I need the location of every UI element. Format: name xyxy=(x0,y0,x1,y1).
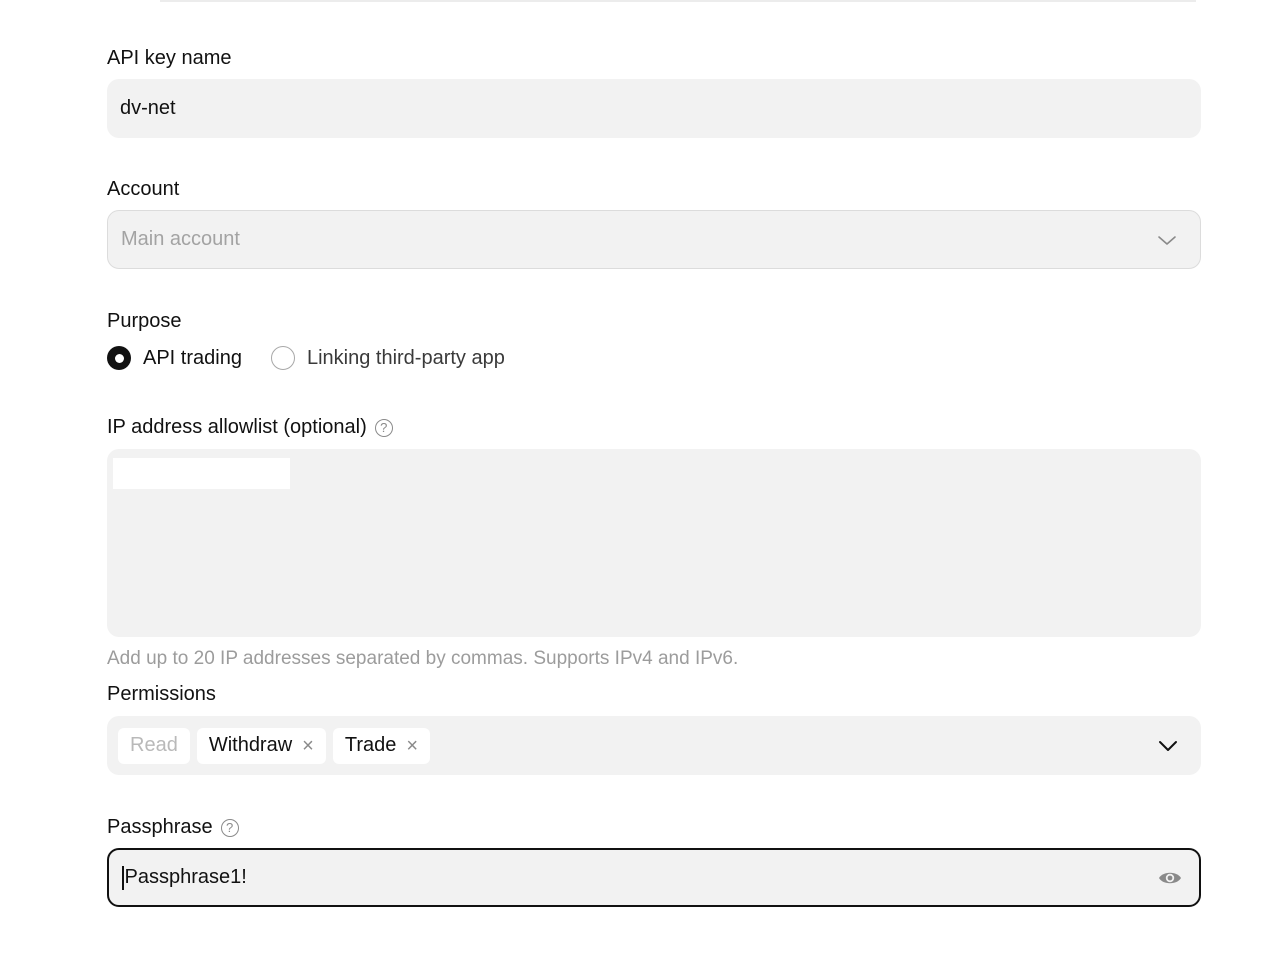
help-icon[interactable]: ? xyxy=(220,818,239,837)
radio-unchecked-icon[interactable] xyxy=(270,346,295,370)
close-icon[interactable]: × xyxy=(406,736,418,756)
api-key-name-input[interactable]: dv-net xyxy=(107,79,1201,138)
purpose-option-api-trading[interactable]: API trading xyxy=(107,346,242,370)
permissions-label: Permissions xyxy=(107,683,216,705)
permissions-select[interactable]: Read Withdraw × Trade × xyxy=(107,716,1201,775)
purpose-radio-group: API trading Linking third-party app xyxy=(107,346,534,370)
ip-allowlist-label: IP address allowlist (optional) ? xyxy=(107,416,393,439)
api-key-name-label: API key name xyxy=(107,47,232,69)
passphrase-input[interactable]: Passphrase1! xyxy=(107,848,1201,907)
chevron-down-icon xyxy=(1158,235,1176,245)
help-icon[interactable]: ? xyxy=(374,418,393,437)
ip-allowlist-hint: Add up to 20 IP addresses separated by c… xyxy=(107,648,739,669)
purpose-option-label: Linking third-party app xyxy=(306,346,505,369)
passphrase-label: Passphrase ? xyxy=(107,816,239,839)
top-divider xyxy=(160,0,1196,2)
purpose-option-linking-third-party-app[interactable]: Linking third-party app xyxy=(270,346,505,370)
permission-tag-withdraw: Withdraw × xyxy=(196,727,326,764)
account-select[interactable]: Main account xyxy=(107,210,1201,269)
text-caret xyxy=(122,865,124,890)
chevron-down-icon[interactable] xyxy=(1157,735,1179,757)
passphrase-value: Passphrase1! xyxy=(124,866,247,888)
permission-tag-read: Read xyxy=(118,727,190,764)
permission-tags: Read Withdraw × Trade × xyxy=(118,727,1157,764)
radio-checked-icon[interactable] xyxy=(107,346,131,370)
account-label: Account xyxy=(107,178,180,200)
purpose-option-label: API trading xyxy=(143,346,242,369)
ip-allowlist-textarea[interactable] xyxy=(107,449,1201,637)
ip-address-entry xyxy=(113,458,290,489)
permission-tag-trade: Trade × xyxy=(332,727,431,764)
close-icon[interactable]: × xyxy=(302,736,314,756)
eye-icon[interactable] xyxy=(1157,865,1183,891)
api-key-name-value: dv-net xyxy=(120,97,176,119)
purpose-label: Purpose xyxy=(107,310,182,332)
account-placeholder: Main account xyxy=(121,228,240,250)
